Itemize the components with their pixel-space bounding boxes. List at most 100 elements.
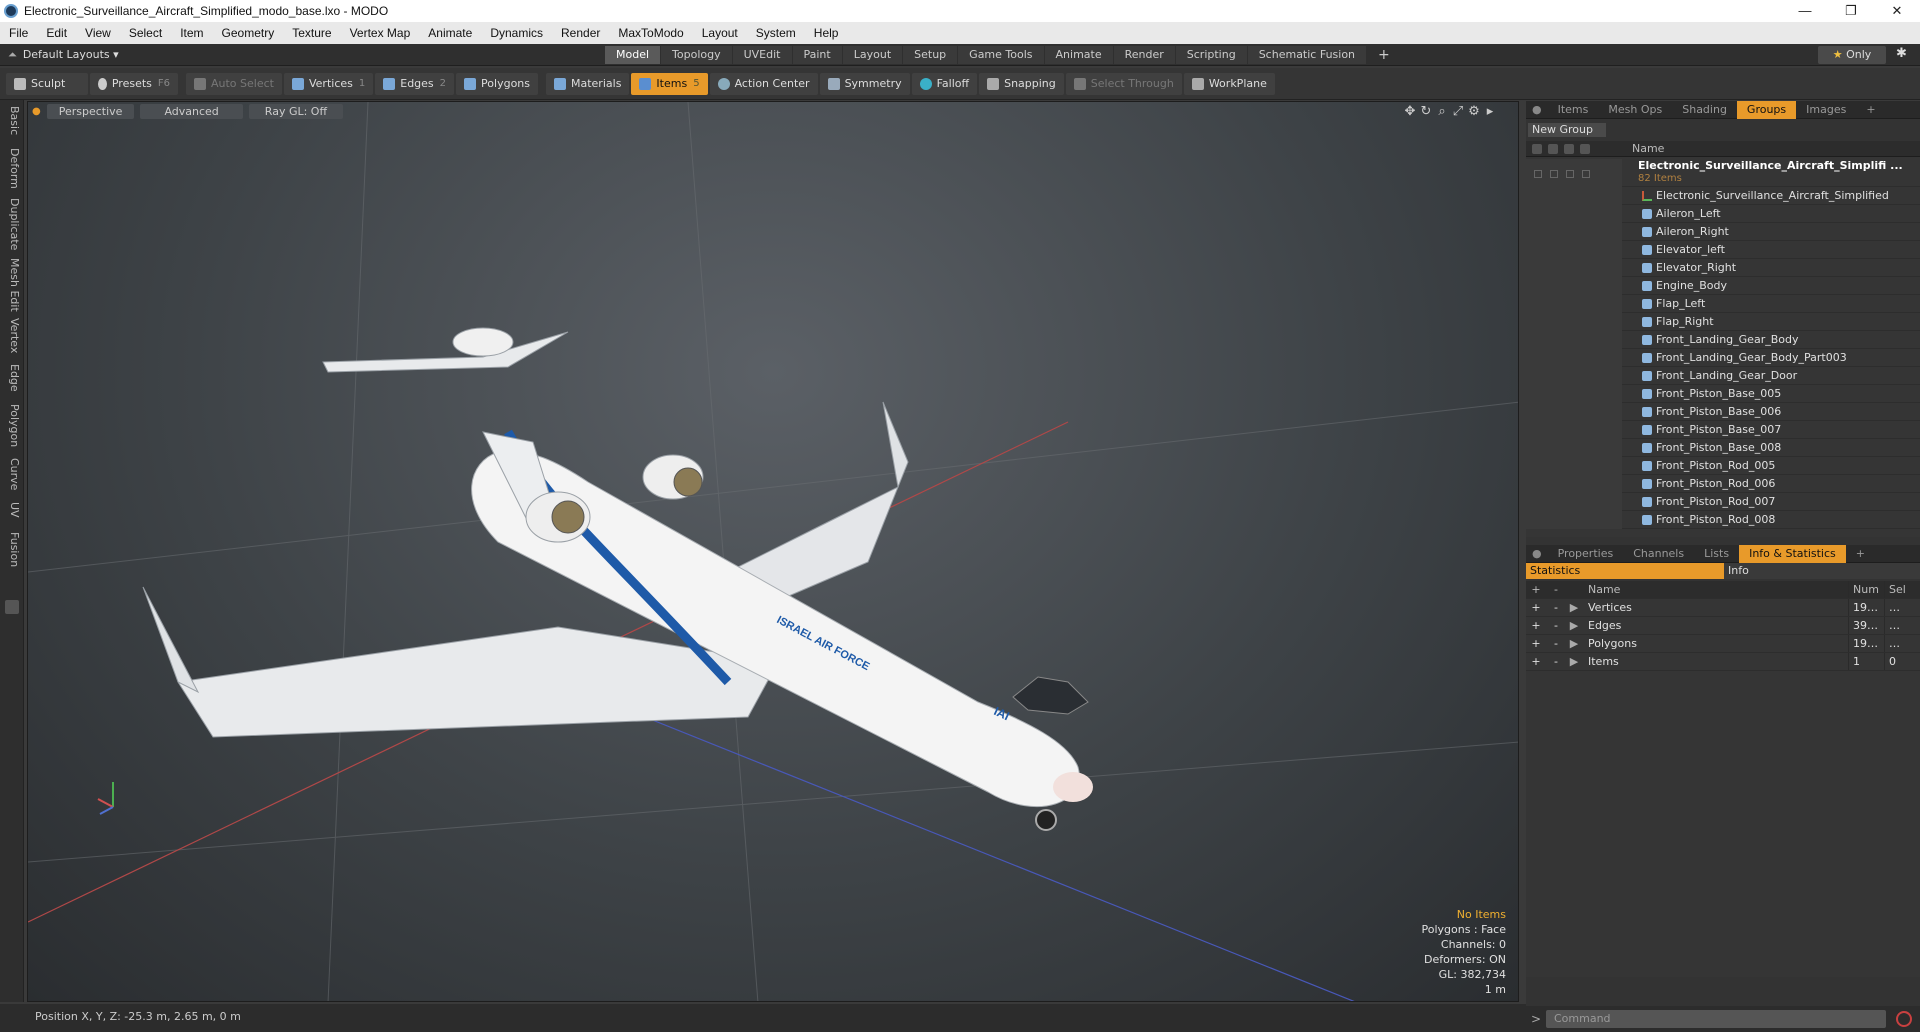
- tab-uv[interactable]: UV: [3, 502, 21, 518]
- tab-duplicate[interactable]: Duplicate: [3, 198, 21, 250]
- menu-animate[interactable]: Animate: [419, 26, 481, 40]
- list-item[interactable]: Electronic_Surveillance_Aircraft_Simplif…: [1526, 186, 1920, 205]
- menu-select[interactable]: Select: [120, 26, 171, 40]
- workplane-button[interactable]: WorkPlane: [1183, 72, 1275, 95]
- tab-properties[interactable]: Properties: [1548, 545, 1624, 563]
- add-panel-tab-button[interactable]: +: [1846, 545, 1875, 563]
- add-icon[interactable]: +: [1526, 635, 1546, 652]
- menu-help[interactable]: Help: [805, 26, 848, 40]
- list-item[interactable]: Front_Piston_Base_006: [1526, 402, 1920, 421]
- presets-button[interactable]: Presets F6: [90, 72, 178, 95]
- tab-scripting[interactable]: Scripting: [1175, 46, 1247, 64]
- expand-all-icon[interactable]: +: [1526, 581, 1546, 598]
- tab-images[interactable]: Images: [1796, 101, 1856, 119]
- viewport-expand-icon[interactable]: ▸: [1482, 104, 1498, 119]
- tab-vertex[interactable]: Vertex: [3, 318, 21, 353]
- tab-animate[interactable]: Animate: [1044, 46, 1113, 64]
- list-item[interactable]: Elevator_left: [1526, 240, 1920, 259]
- info-tab[interactable]: Info: [1724, 563, 1920, 579]
- tab-paint[interactable]: Paint: [792, 46, 842, 64]
- tab-schematic-fusion[interactable]: Schematic Fusion: [1247, 46, 1367, 64]
- list-item[interactable]: Aileron_Left: [1526, 204, 1920, 223]
- render-icon[interactable]: [1548, 143, 1558, 154]
- fit-icon[interactable]: ⤢: [1450, 104, 1466, 119]
- tab-shading[interactable]: Shading: [1672, 101, 1737, 119]
- list-item[interactable]: Elevator_Right: [1526, 258, 1920, 277]
- table-row[interactable]: + - ▶ Edges 39… …: [1526, 617, 1920, 635]
- tab-model[interactable]: Model: [605, 46, 661, 64]
- remove-icon[interactable]: -: [1546, 653, 1566, 670]
- menu-texture[interactable]: Texture: [283, 26, 340, 40]
- add-icon[interactable]: +: [1526, 653, 1546, 670]
- viewport-menu-icon[interactable]: ●: [32, 106, 41, 117]
- table-row[interactable]: + - ▶ Polygons 19… …: [1526, 635, 1920, 653]
- tab-polygon[interactable]: Polygon: [3, 404, 21, 447]
- tab-groups[interactable]: Groups: [1736, 100, 1797, 119]
- tab-lists[interactable]: Lists: [1694, 545, 1739, 563]
- table-row[interactable]: + - ▶ Items 1 0: [1526, 653, 1920, 671]
- menu-layout[interactable]: Layout: [693, 26, 747, 40]
- menu-item[interactable]: Item: [171, 26, 212, 40]
- menu-geometry[interactable]: Geometry: [213, 26, 284, 40]
- list-item[interactable]: Front_Piston_Base_005: [1526, 384, 1920, 403]
- tab-topology[interactable]: Topology: [661, 46, 732, 64]
- tab-layout[interactable]: Layout: [842, 46, 903, 64]
- statistics-tab[interactable]: Statistics: [1526, 563, 1724, 579]
- list-item[interactable]: Front_Piston_Rod_005: [1526, 456, 1920, 475]
- expand-arrow-icon[interactable]: ▶: [1566, 635, 1582, 652]
- settings-gear-icon[interactable]: ✱: [1896, 46, 1907, 61]
- list-item[interactable]: Front_Piston_Base_007: [1526, 420, 1920, 439]
- expand-arrow-icon[interactable]: ▶: [1566, 653, 1582, 670]
- menu-render[interactable]: Render: [552, 26, 609, 40]
- close-button[interactable]: ✕: [1874, 3, 1920, 19]
- tab-game-tools[interactable]: Game Tools: [958, 46, 1044, 64]
- group-visibility[interactable]: [1526, 159, 1622, 189]
- select-icon[interactable]: [1580, 143, 1590, 154]
- layout-dropdown[interactable]: Default Layouts ▾: [23, 48, 119, 61]
- tab-deform[interactable]: Deform: [3, 148, 21, 189]
- add-icon[interactable]: +: [1526, 617, 1546, 634]
- tab-mesh-ops[interactable]: Mesh Ops: [1598, 101, 1672, 119]
- snapping-button[interactable]: Snapping: [979, 72, 1064, 95]
- menu-edit[interactable]: Edit: [37, 26, 76, 40]
- panel-menu-icon[interactable]: ●: [1526, 545, 1548, 563]
- pan-icon[interactable]: ✥: [1402, 104, 1418, 119]
- layout-expand-icon[interactable]: ⏶: [8, 48, 17, 62]
- eye-icon[interactable]: [1532, 143, 1542, 154]
- new-group-button[interactable]: New Group: [1528, 123, 1606, 137]
- list-item[interactable]: Front_Piston_Rod_006: [1526, 474, 1920, 493]
- tab-curve[interactable]: Curve: [3, 458, 21, 490]
- auto-select-button[interactable]: Auto Select: [186, 72, 282, 95]
- scene-canvas[interactable]: ISRAEL AIR FORCE IAI: [28, 102, 1519, 1002]
- list-item[interactable]: Front_Landing_Gear_Door: [1526, 366, 1920, 385]
- expand-arrow-icon[interactable]: ▶: [1566, 617, 1582, 634]
- add-panel-tab-button[interactable]: +: [1856, 101, 1885, 119]
- sculpt-button[interactable]: Sculpt: [6, 72, 88, 95]
- list-item[interactable]: Front_Piston_Rod_007: [1526, 492, 1920, 511]
- tab-uvedit[interactable]: UVEdit: [732, 46, 792, 64]
- tab-channels[interactable]: Channels: [1623, 545, 1694, 563]
- falloff-button[interactable]: Falloff: [911, 72, 978, 95]
- list-item[interactable]: Engine_Body: [1526, 276, 1920, 295]
- maximize-button[interactable]: ❐: [1828, 3, 1874, 19]
- edges-button[interactable]: Edges 2: [375, 72, 455, 95]
- list-item[interactable]: Front_Landing_Gear_Body: [1526, 330, 1920, 349]
- select-through-button[interactable]: Select Through: [1065, 72, 1182, 95]
- tab-mesh-edit[interactable]: Mesh Edit: [3, 258, 21, 312]
- record-macro-icon[interactable]: [1896, 1011, 1912, 1027]
- tab-items[interactable]: Items: [1548, 101, 1599, 119]
- list-item[interactable]: Front_Piston_Base_008: [1526, 438, 1920, 457]
- shading-button[interactable]: Advanced: [140, 103, 243, 119]
- vertices-button[interactable]: Vertices 1: [283, 72, 374, 95]
- list-item[interactable]: Aileron_Right: [1526, 222, 1920, 241]
- raygl-button[interactable]: Ray GL: Off: [248, 103, 344, 119]
- tab-info-statistics[interactable]: Info & Statistics: [1739, 544, 1846, 563]
- minimize-button[interactable]: —: [1782, 3, 1828, 19]
- items-button[interactable]: Items 5: [631, 72, 708, 95]
- remove-icon[interactable]: -: [1546, 599, 1566, 616]
- perspective-button[interactable]: Perspective: [46, 103, 135, 119]
- panel-menu-icon[interactable]: ●: [1526, 101, 1548, 119]
- table-row[interactable]: + - ▶ Vertices 19… …: [1526, 599, 1920, 617]
- viewport-settings-icon[interactable]: ⚙: [1466, 104, 1482, 119]
- zoom-icon[interactable]: ⌕: [1434, 104, 1450, 119]
